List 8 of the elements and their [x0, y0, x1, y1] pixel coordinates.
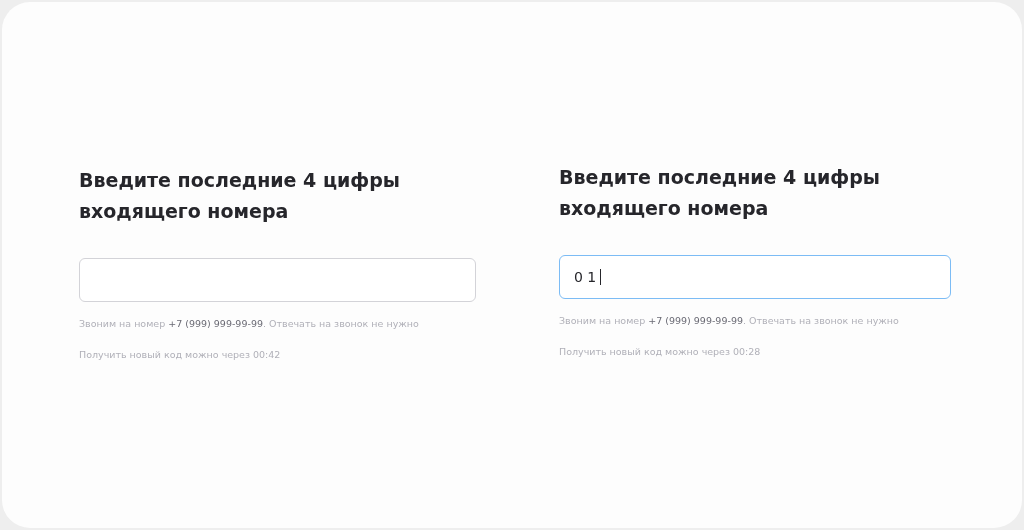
code-input-field[interactable] [79, 258, 476, 302]
code-input-field[interactable]: 0 1 [559, 255, 951, 299]
panel-title: Введите последние 4 цифры входящего номера [559, 165, 881, 221]
resend-timer: Получить новый код можно через 00:42 [79, 348, 282, 363]
resend-timer: Получить новый код можно через 00:28 [559, 345, 762, 360]
call-notice: Звоним на номер +7 (999) 999-99-99. Отвечать на звонок не нужно [79, 317, 420, 331]
call-notice: Звоним на номер +7 (999) 999-99-99. Отвечать на звонок не нужно [559, 314, 900, 328]
panel-title: Введите последние 4 цифры входящего номера [79, 168, 401, 224]
